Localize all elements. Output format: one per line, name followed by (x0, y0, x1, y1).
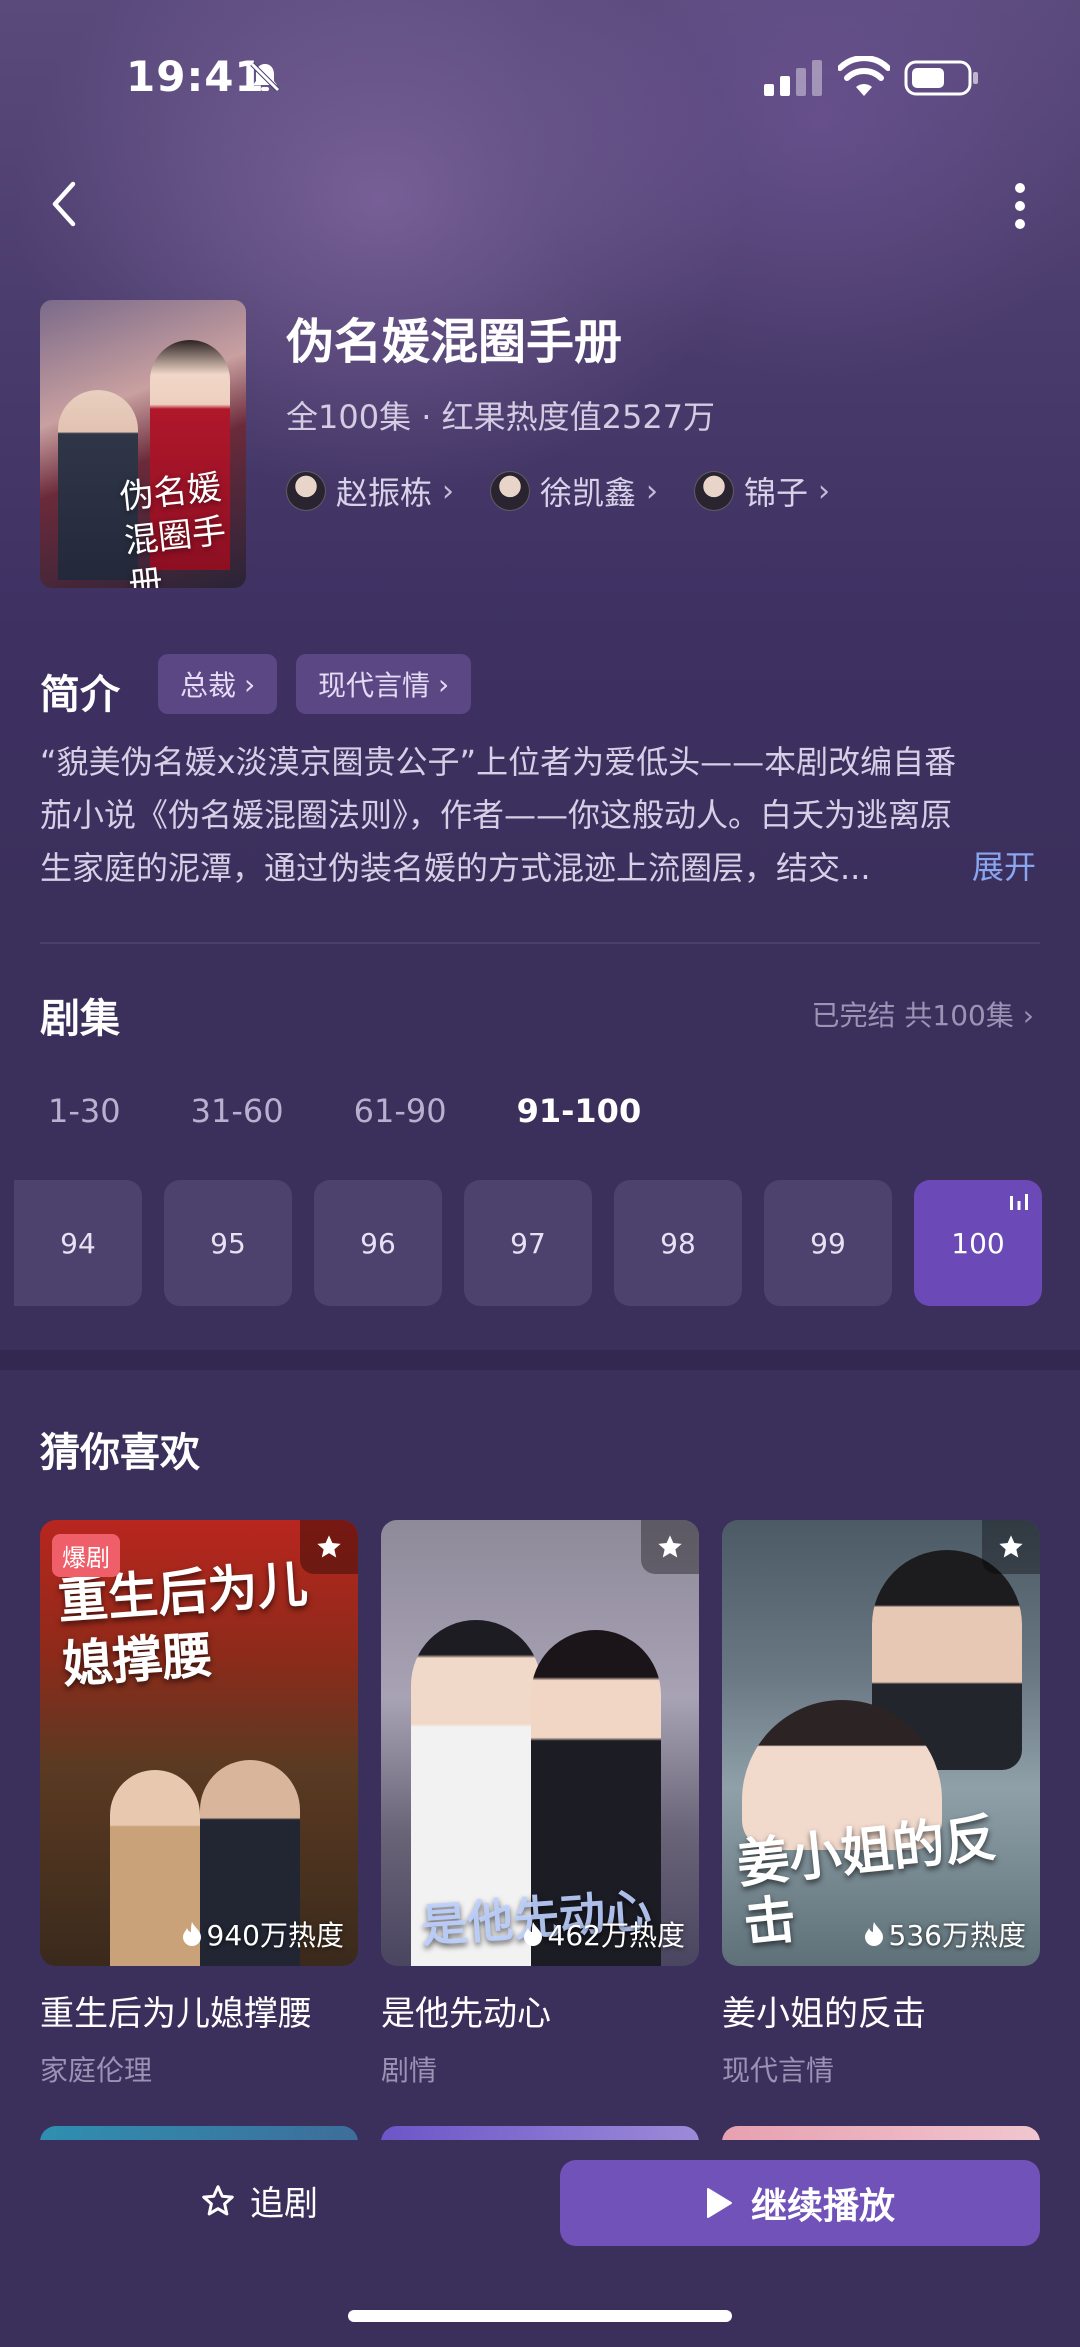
drama-poster[interactable]: 伪名媛混圈手册 (40, 300, 246, 588)
follow-button[interactable]: 追剧 (200, 2176, 318, 2225)
intro-description: “貌美伪名媛x淡漠京圈贵公子”上位者为爱低头——本剧改编自番 茄小说《伪名媛混圈… (40, 736, 1050, 895)
tab-range-31-60[interactable]: 31-60 (191, 1092, 284, 1130)
episode-button[interactable]: 99 (764, 1180, 892, 1306)
episode-list: 94 95 96 97 98 99 100 (14, 1180, 1042, 1306)
intro-line: 生家庭的泥潭，通过伪装名媛的方式混迹上流圈层，结交... (40, 849, 871, 887)
star-icon (658, 1535, 682, 1558)
actor-name: 赵振栋 (336, 474, 433, 512)
wifi-icon (838, 56, 890, 96)
heat-value: 462万热度 (547, 1919, 685, 1952)
tag-ceo[interactable]: 总裁 › (158, 654, 278, 714)
chevron-left-icon (52, 181, 76, 227)
chevron-right-icon: › (442, 473, 455, 509)
episode-button[interactable]: 96 (314, 1180, 442, 1306)
home-indicator[interactable] (348, 2310, 732, 2322)
tag-label: 总裁 (180, 669, 237, 702)
follow-label: 追剧 (250, 2184, 318, 2224)
battery-icon (904, 60, 978, 96)
flame-icon (182, 1922, 201, 1946)
avatar (286, 471, 326, 511)
play-label: 继续播放 (750, 2186, 895, 2227)
drama-meta: 全100集 · 红果热度值2527万 (286, 398, 716, 436)
episode-button[interactable]: 94 (14, 1180, 142, 1306)
card-genre: 家庭伦理 (40, 2054, 153, 2087)
card-title: 是他先动心 (381, 1994, 551, 2034)
actor-item[interactable]: 徐凯鑫 › (490, 468, 658, 514)
card-cover: 重生后为儿媳撑腰 爆剧 940万热度 (40, 1520, 358, 1966)
star-icon (999, 1535, 1023, 1558)
drama-title: 伪名媛混圈手册 (286, 314, 623, 370)
episode-button[interactable]: 97 (464, 1180, 592, 1306)
poster-caption: 伪名媛混圈手册 (117, 467, 228, 588)
star-outline-icon (202, 2184, 234, 2215)
card-cover: 姜小姐的反击 536万热度 (722, 1520, 1040, 1966)
card-badge: 爆剧 (52, 1534, 120, 1577)
episode-button[interactable]: 95 (164, 1180, 292, 1306)
play-icon (706, 2188, 732, 2218)
actor-name: 徐凯鑫 (540, 474, 637, 512)
chevron-right-icon: › (818, 473, 831, 509)
favorite-button[interactable] (982, 1520, 1040, 1574)
recommend-card[interactable]: 是他先动心 462万热度 是他先动心 剧情 (381, 1520, 699, 2089)
recommend-heading: 猜你喜欢 (40, 1430, 200, 1476)
card-heat: 940万热度 (181, 1914, 344, 1954)
intro-line: “貌美伪名媛x淡漠京圈贵公子”上位者为爱低头——本剧改编自番 (40, 743, 957, 781)
chevron-right-icon: › (646, 473, 659, 509)
actor-name: 锦子 (744, 474, 809, 512)
episodes-heading: 剧集 (40, 996, 120, 1042)
card-heat: 536万热度 (863, 1914, 1026, 1954)
star-icon (317, 1535, 341, 1558)
back-button[interactable] (40, 172, 88, 236)
tag-modern-romance[interactable]: 现代言情 › (296, 654, 472, 714)
episode-number: 100 (951, 1226, 1005, 1260)
chevron-right-icon: › (1022, 999, 1034, 1032)
more-button[interactable] (1000, 176, 1040, 236)
tag-label: 现代言情 (318, 669, 431, 702)
cellular-signal-icon (764, 60, 822, 96)
actor-item[interactable]: 赵振栋 › (286, 468, 454, 514)
chevron-right-icon: › (244, 667, 256, 701)
card-heat: 462万热度 (522, 1914, 685, 1954)
intro-line: 茄小说《伪名媛混圈法则》，作者——你这般动人。白夭为逃离原 (40, 796, 953, 834)
divider (40, 942, 1040, 944)
card-cover: 是他先动心 462万热度 (381, 1520, 699, 1966)
favorite-button[interactable] (641, 1520, 699, 1574)
expand-link[interactable]: 展开 (972, 842, 1036, 888)
episode-button[interactable]: 98 (614, 1180, 742, 1306)
section-separator (0, 1350, 1080, 1370)
bell-muted-icon (250, 62, 280, 92)
card-title: 重生后为儿媳撑腰 (40, 1994, 312, 2034)
intro-heading: 简介 (40, 672, 120, 718)
actor-item[interactable]: 锦子 › (694, 468, 830, 514)
recommend-card[interactable]: 重生后为儿媳撑腰 爆剧 940万热度 重生后为儿媳撑腰 家庭伦理 (40, 1520, 358, 2089)
more-vertical-icon (1015, 183, 1025, 229)
chevron-right-icon: › (438, 667, 450, 701)
flame-icon (864, 1922, 883, 1946)
actor-list: 赵振栋 › 徐凯鑫 › 锦子 › (286, 468, 830, 514)
episode-range-tabs: 1-30 31-60 61-90 91-100 (48, 1092, 711, 1130)
episode-button-current[interactable]: 100 (914, 1180, 1042, 1306)
tab-range-1-30[interactable]: 1-30 (48, 1092, 121, 1130)
recommend-card[interactable]: 姜小姐的反击 536万热度 姜小姐的反击 现代言情 (722, 1520, 1040, 2089)
status-time: 19:41 (126, 52, 265, 101)
tab-range-91-100[interactable]: 91-100 (517, 1092, 642, 1130)
card-genre: 剧情 (381, 2054, 438, 2087)
heat-value: 940万热度 (206, 1919, 344, 1952)
avatar (490, 471, 531, 511)
favorite-button[interactable] (300, 1520, 358, 1574)
avatar (694, 471, 735, 511)
now-playing-icon (1010, 1194, 1028, 1210)
flame-icon (523, 1922, 542, 1946)
episodes-status-link[interactable]: 已完结 共100集 › (812, 994, 1034, 1034)
card-title: 姜小姐的反击 (722, 1994, 926, 2034)
heat-value: 536万热度 (888, 1919, 1026, 1952)
tab-range-61-90[interactable]: 61-90 (354, 1092, 447, 1130)
episodes-status: 已完结 共100集 (811, 999, 1014, 1032)
card-genre: 现代言情 (722, 2054, 835, 2087)
continue-play-button[interactable]: 继续播放 (560, 2160, 1040, 2246)
